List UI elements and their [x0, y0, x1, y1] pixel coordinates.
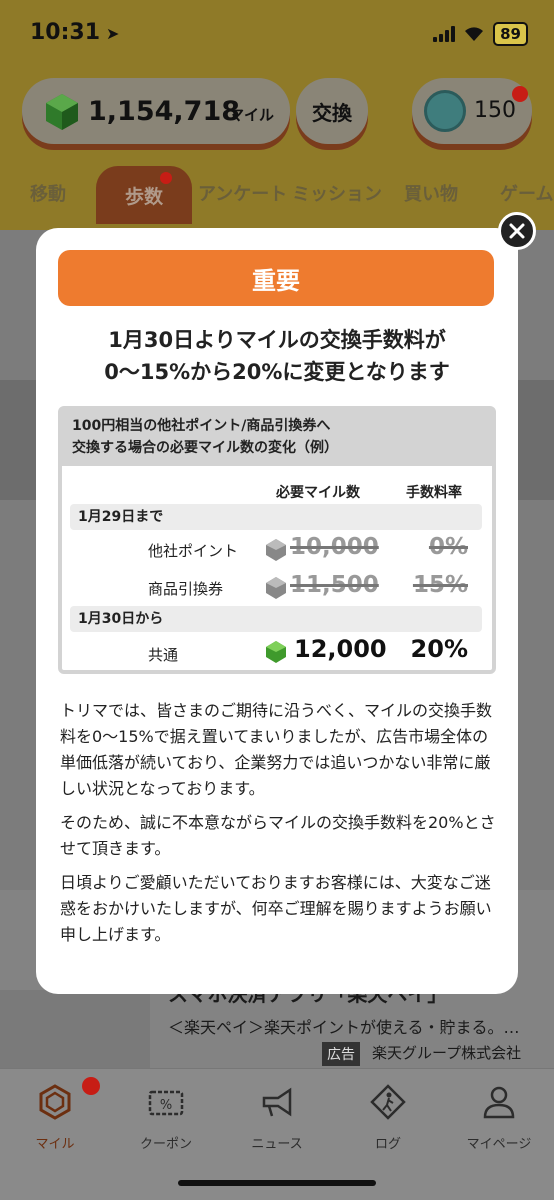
- miles-icon: [39, 1084, 71, 1120]
- nav-log[interactable]: ログ: [333, 1083, 443, 1152]
- period-before: 1月29日まで: [70, 504, 482, 530]
- exchange-button[interactable]: 交換: [296, 78, 368, 144]
- ad-thumbnail: [0, 990, 150, 1070]
- category-tabs: 移動 アンケート ミッション 買い物 ゲーム: [0, 166, 554, 222]
- nav-mypage[interactable]: マイページ: [444, 1083, 554, 1152]
- nav-news-label: ニュース: [251, 1137, 303, 1152]
- tab-travel[interactable]: 移動: [30, 180, 66, 206]
- fee-comparison-table: 100円相当の他社ポイント/商品引換券へ 交換する場合の必要マイル数の変化（例）…: [58, 406, 496, 674]
- notice-paragraph-2: そのため、誠に不本意ながらマイルの交換手数料を20%とさせて頂きます。: [60, 813, 496, 858]
- row-fee-vouchers: 15%: [412, 572, 468, 598]
- period-after: 1月30日から: [70, 606, 482, 632]
- miles-balance[interactable]: 1,154,718 マイル: [22, 78, 290, 144]
- headline-line2: 0〜15%から20%に変更となります: [104, 360, 450, 384]
- coupon-icon: %: [148, 1090, 184, 1116]
- table-title-line2: 交換する場合の必要マイル数の変化（例）: [72, 440, 338, 456]
- close-icon: [509, 223, 525, 239]
- coin-value: 150: [474, 98, 516, 123]
- gem-green-icon: [266, 641, 286, 663]
- gem-gray-icon: [266, 577, 286, 599]
- miles-unit: マイル: [229, 106, 275, 124]
- notice-paragraph-1: トリマでは、皆さまのご期待に沿うべく、マイルの交換手数料を0〜15%で据え置いて…: [60, 701, 493, 798]
- column-header-miles: 必要マイル数: [276, 485, 360, 501]
- column-header-fee: 手数料率: [406, 485, 462, 501]
- table-title-line1: 100円相当の他社ポイント/商品引換券へ: [72, 418, 331, 434]
- row-label-vouchers: 商品引換券: [148, 580, 224, 598]
- notification-dot: [512, 86, 528, 102]
- notice-body: トリマでは、皆さまのご期待に沿うべく、マイルの交換手数料を0〜15%で据え置いて…: [60, 698, 500, 956]
- gem-gray-icon: [266, 539, 286, 561]
- row-label-other-points: 他社ポイント: [148, 542, 239, 560]
- location-arrow-icon: ➤: [106, 24, 120, 43]
- tab-shopping[interactable]: 買い物: [404, 180, 458, 206]
- tab-survey[interactable]: アンケート: [198, 180, 287, 206]
- headline-line1: 1月30日よりマイルの交換手数料が: [108, 328, 446, 352]
- signal-icon: [433, 26, 456, 42]
- status-icons: 89: [433, 22, 528, 46]
- tab-mission[interactable]: ミッション: [292, 180, 382, 206]
- battery-icon: 89: [493, 22, 528, 46]
- coin-icon: [424, 90, 466, 132]
- nav-coupon[interactable]: % クーポン: [111, 1083, 221, 1152]
- ad-badge: 広告: [322, 1042, 360, 1066]
- walker-icon: [370, 1084, 406, 1120]
- table-title: 100円相当の他社ポイント/商品引換券へ 交換する場合の必要マイル数の変化（例）: [62, 410, 492, 466]
- nav-miles-label: マイル: [35, 1137, 75, 1152]
- close-button[interactable]: [498, 212, 536, 250]
- modal-headline: 1月30日よりマイルの交換手数料が 0〜15%から20%に変更となります: [46, 324, 508, 388]
- nav-mypage-label: マイページ: [466, 1137, 532, 1152]
- miles-value: 1,154,718: [88, 96, 241, 127]
- megaphone-icon: [262, 1087, 292, 1117]
- status-time: 10:31 ➤: [30, 20, 119, 45]
- ad-description: ＜楽天ペイ＞楽天ポイントが使える・貯まる。…: [168, 1018, 520, 1037]
- nav-log-label: ログ: [374, 1137, 401, 1152]
- wifi-icon: [465, 27, 484, 41]
- row-fee-other-points: 0%: [428, 534, 468, 560]
- notice-modal: 重要 1月30日よりマイルの交換手数料が 0〜15%から20%に変更となります …: [36, 228, 518, 994]
- row-miles-vouchers: 11,500: [290, 572, 379, 598]
- nav-coupon-label: クーポン: [139, 1137, 192, 1152]
- row-label-common: 共通: [148, 646, 179, 664]
- row-miles-other-points: 10,000: [290, 534, 379, 560]
- row-fee-common: 20%: [410, 635, 468, 663]
- person-icon: [483, 1086, 515, 1119]
- tab-game[interactable]: ゲーム: [500, 180, 553, 206]
- nav-notification-dot: [82, 1077, 100, 1095]
- important-banner: 重要: [58, 250, 494, 306]
- notice-paragraph-3: 日頃よりご愛顧いただいておりますお客様には、大変なご迷惑をおかけいたしますが、何…: [60, 873, 492, 944]
- row-miles-common: 12,000: [294, 635, 387, 663]
- svg-text:%: %: [160, 1098, 172, 1113]
- status-time-text: 10:31: [30, 20, 101, 45]
- gem-icon: [46, 94, 78, 130]
- nav-news[interactable]: ニュース: [222, 1083, 332, 1152]
- status-bar: 10:31 ➤ 89: [0, 0, 554, 66]
- home-indicator: [178, 1180, 376, 1186]
- ad-company: 楽天グループ株式会社: [372, 1044, 522, 1062]
